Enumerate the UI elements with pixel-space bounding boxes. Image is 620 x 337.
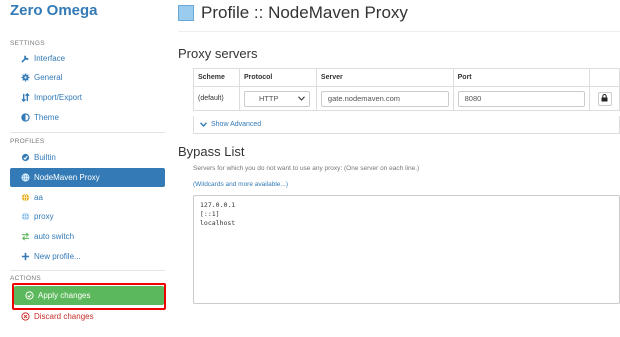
bypass-help-text: Servers for which you do not want to use…	[193, 165, 420, 172]
profile-color-swatch[interactable]	[178, 5, 194, 21]
page-title: Profile :: NodeMaven Proxy	[201, 3, 408, 22]
gear-icon	[20, 73, 30, 83]
bypass-line: localhost	[200, 219, 236, 227]
sidebar-item-label: NodeMaven Proxy	[34, 173, 100, 182]
protocol-select[interactable]: HTTP	[243, 90, 310, 107]
discard-changes-button[interactable]: Discard changes	[10, 307, 165, 326]
sidebar-item-new-profile[interactable]: New profile...	[10, 247, 165, 266]
page-header: Profile :: NodeMaven Proxy	[178, 3, 408, 23]
chevron-down-icon	[200, 122, 207, 127]
proxy-servers-heading: Proxy servers	[178, 46, 258, 61]
x-circle-icon	[20, 312, 30, 322]
globe-icon	[20, 212, 30, 222]
protocol-cell: HTTP	[238, 86, 317, 111]
table-header-row: Scheme Protocol Server Port	[193, 68, 620, 87]
auth-lock-button[interactable]	[597, 91, 612, 106]
sidebar-item-builtin[interactable]: Builtin	[10, 148, 165, 167]
profiles-section-title: PROFILES	[10, 138, 45, 145]
sidebar-item-interface[interactable]: Interface	[10, 49, 165, 68]
sidebar-item-label: proxy	[34, 212, 54, 221]
port-input[interactable]: 8080	[457, 90, 586, 107]
sidebar-item-nodemaven-proxy[interactable]: NodeMaven Proxy	[10, 168, 165, 187]
col-protocol: Protocol	[238, 68, 317, 87]
sidebar: Zero Omega SETTINGS Interface General Im…	[0, 0, 168, 337]
col-actions	[589, 68, 620, 87]
table-row: (default) HTTP gate.nodemaven.com 8080	[193, 86, 620, 111]
divider	[178, 31, 620, 32]
wildcards-link[interactable]: (Wildcards and more available...)	[193, 181, 288, 188]
sidebar-item-label: Interface	[34, 54, 66, 63]
auth-cell	[589, 86, 620, 111]
theme-icon	[20, 113, 30, 123]
bypass-line: 127.0.0.1	[200, 201, 236, 209]
transfer-icon	[20, 93, 30, 103]
sidebar-item-label: Builtin	[34, 153, 56, 162]
switch-icon	[20, 232, 30, 242]
globe-icon	[20, 173, 30, 183]
bypass-list-heading: Bypass List	[178, 144, 245, 159]
sidebar-item-proxy[interactable]: proxy	[10, 207, 165, 226]
bypass-line: [::1]	[200, 210, 220, 218]
sidebar-item-label: aa	[34, 193, 43, 202]
sidebar-item-import-export[interactable]: Import/Export	[10, 88, 165, 107]
proxy-servers-table: Scheme Protocol Server Port (default) HT…	[193, 68, 620, 111]
discard-changes-label: Discard changes	[34, 312, 94, 321]
sidebar-item-label: New profile...	[34, 252, 81, 261]
col-server: Server	[315, 68, 454, 87]
app-brand: Zero Omega	[10, 2, 98, 19]
globe-icon	[20, 193, 30, 203]
divider	[10, 132, 165, 133]
actions-section-title: ACTIONS	[10, 275, 41, 282]
port-cell: 8080	[452, 86, 591, 111]
protocol-value: HTTP	[258, 94, 279, 103]
sidebar-item-label: Import/Export	[34, 93, 83, 102]
builtin-icon	[20, 153, 30, 163]
sidebar-item-general[interactable]: General	[10, 68, 165, 87]
col-scheme: Scheme	[193, 68, 240, 87]
wrench-icon	[20, 54, 30, 64]
divider	[10, 270, 165, 271]
server-input[interactable]: gate.nodemaven.com	[320, 90, 449, 107]
chevron-down-icon	[298, 94, 305, 103]
sidebar-item-label: Theme	[34, 113, 59, 122]
sidebar-item-label: auto switch	[34, 232, 75, 241]
sidebar-item-auto-switch[interactable]: auto switch	[10, 227, 165, 246]
scheme-cell: (default)	[193, 86, 240, 111]
col-port: Port	[452, 68, 591, 87]
bypass-list-textarea[interactable]: 127.0.0.1 [::1] localhost	[193, 195, 620, 304]
show-advanced-label: Show Advanced	[211, 121, 262, 128]
lock-icon	[601, 93, 608, 104]
show-advanced-toggle[interactable]: Show Advanced	[193, 116, 620, 134]
sidebar-item-label: General	[34, 73, 63, 82]
apply-highlight-box	[12, 283, 166, 310]
sidebar-item-theme[interactable]: Theme	[10, 108, 165, 127]
sidebar-item-aa[interactable]: aa	[10, 188, 165, 207]
plus-icon	[20, 252, 30, 262]
server-cell: gate.nodemaven.com	[315, 86, 454, 111]
settings-section-title: SETTINGS	[10, 40, 45, 47]
